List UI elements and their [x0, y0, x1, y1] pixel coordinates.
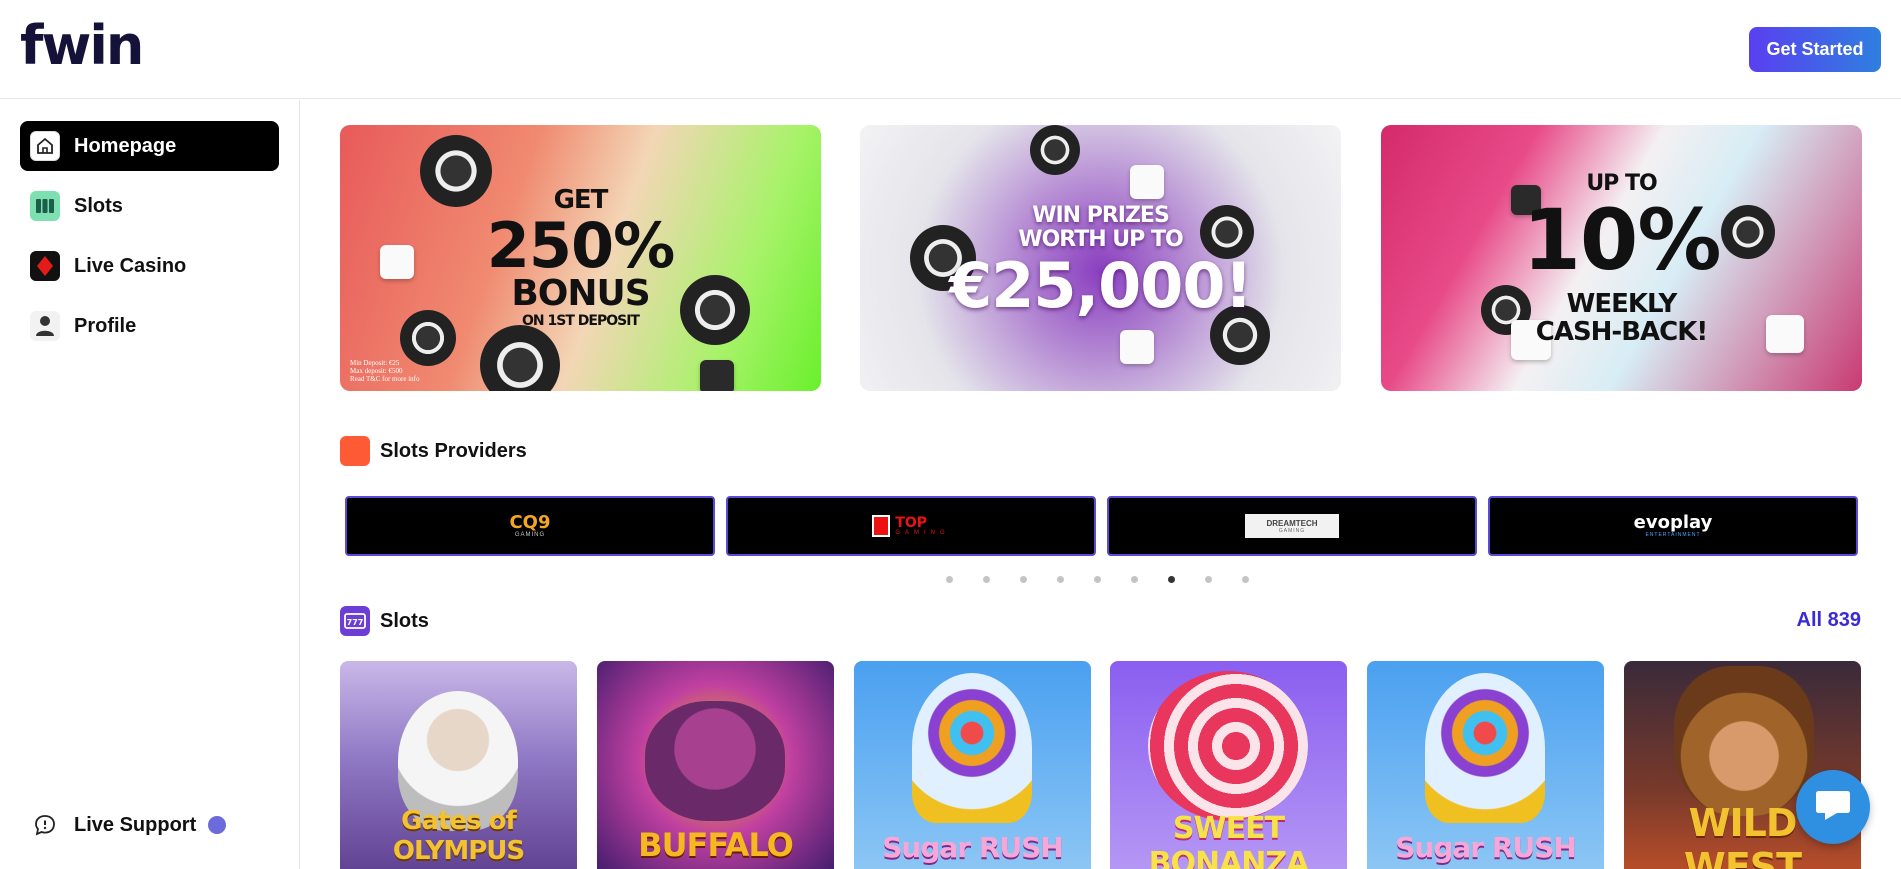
poker-chip-image: [480, 325, 560, 391]
pagination-dot[interactable]: [1057, 576, 1064, 583]
sidebar-item-label: Profile: [74, 314, 137, 337]
provider-card-evoplay[interactable]: evoplay ENTERTAINMENT: [1488, 496, 1858, 556]
providers-icon: [340, 436, 370, 466]
section-title: Slots: [380, 609, 429, 632]
chat-widget-button[interactable]: [1796, 770, 1870, 844]
chat-bubble-icon: [30, 810, 60, 840]
game-title: SWEET BONANZA: [1148, 811, 1310, 869]
game-tile-buffalo[interactable]: BUFFALO: [597, 661, 834, 869]
game-tile-sugar-rush[interactable]: Sugar RUSH: [1367, 661, 1604, 869]
fine-print-line: Max deposit: €500: [350, 367, 403, 375]
provider-sub: GAMING: [1278, 527, 1306, 534]
dice-image: [700, 360, 734, 391]
fwin-logo[interactable]: fwin: [20, 18, 144, 74]
dice-image: [1130, 165, 1164, 199]
promo-banner-deposit-bonus[interactable]: GET 250% BONUS ON 1ST DEPOSIT Min Deposi…: [340, 125, 821, 391]
gumball-machine-image: [1425, 673, 1545, 823]
dice-image: [1120, 330, 1154, 364]
provider-name: TOP: [895, 515, 928, 531]
sidebar: Homepage Slots Live Casino Profile Live …: [0, 100, 300, 869]
provider-card-cq9[interactable]: CQ9 GAMING: [345, 496, 715, 556]
home-icon: [30, 131, 60, 161]
banner-text: WIN PRIZES: [1032, 203, 1170, 228]
pagination-dot[interactable]: [1020, 576, 1027, 583]
provider-card-top-gaming[interactable]: TOP GAMING: [726, 496, 1096, 556]
top-gaming-logo: TOP GAMING: [872, 515, 949, 537]
get-started-button[interactable]: Get Started: [1749, 27, 1881, 72]
online-status-dot: [208, 816, 227, 834]
game-title: Gates of OLYMPUS: [392, 806, 525, 866]
sidebar-item-homepage[interactable]: Homepage: [20, 121, 279, 171]
banner-text: CASH-BACK!: [1535, 317, 1709, 347]
cq9-logo: CQ9 GAMING: [509, 512, 551, 539]
pagination-dot[interactable]: [946, 576, 953, 583]
banner-text: BONUS: [511, 273, 650, 314]
diamond-icon: [30, 251, 60, 281]
svg-text:777: 777: [347, 618, 364, 627]
cowboy-character-image: [1674, 666, 1814, 816]
sidebar-item-slots[interactable]: Slots: [20, 181, 279, 231]
banner-text: 250%: [486, 209, 676, 282]
banner-fine-print: Min Deposit: €25 Max deposit: €500 Read …: [350, 359, 419, 383]
slots-icon: [30, 191, 60, 221]
sidebar-item-live-casino[interactable]: Live Casino: [20, 241, 279, 291]
providers-pagination: [946, 576, 1249, 583]
gumball-machine-image: [912, 673, 1032, 823]
banner-text: WEEKLY: [1566, 289, 1678, 319]
dreamtech-logo: DREAMTECH GAMING: [1245, 514, 1339, 538]
lollipop-image: [1148, 671, 1308, 821]
provider-card-dreamtech[interactable]: DREAMTECH GAMING: [1107, 496, 1477, 556]
pagination-dot[interactable]: [1131, 576, 1138, 583]
banner-text: €25,000!: [949, 249, 1253, 322]
game-title: Sugar RUSH: [882, 831, 1064, 864]
pagination-dot[interactable]: [1205, 576, 1212, 583]
banner-text: ON 1ST DEPOSIT: [522, 313, 640, 329]
game-tile-gates-of-olympus[interactable]: Gates of OLYMPUS: [340, 661, 577, 869]
slot-machine-icon: 777: [340, 606, 370, 636]
pagination-dot[interactable]: [1094, 576, 1101, 583]
sidebar-item-label: Live Casino: [74, 254, 187, 277]
game-title: BUFFALO: [638, 826, 794, 864]
poker-chip-image: [1030, 125, 1080, 175]
chat-bubble-icon: [1813, 787, 1853, 828]
evoplay-logo: evoplay ENTERTAINMENT: [1633, 512, 1713, 539]
promo-banner-cashback[interactable]: UP TO 10% WEEKLY CASH-BACK!: [1381, 125, 1862, 391]
slots-providers-heading: Slots Providers: [340, 436, 527, 466]
section-title: Slots Providers: [380, 439, 527, 462]
fine-print-line: Read T&C for more info: [350, 375, 420, 383]
promo-banner-prizes[interactable]: WIN PRIZES WORTH UP TO €25,000!: [860, 125, 1341, 391]
all-slots-link[interactable]: All 839: [1797, 609, 1861, 632]
pagination-dot[interactable]: [1242, 576, 1249, 583]
pagination-dot-active[interactable]: [1168, 576, 1175, 583]
game-tile-sugar-rush[interactable]: Sugar RUSH: [854, 661, 1091, 869]
game-tile-sweet-bonanza[interactable]: SWEET BONANZA: [1110, 661, 1347, 869]
game-title: Sugar RUSH: [1395, 831, 1577, 864]
fine-print-line: Min Deposit: €25: [350, 359, 400, 367]
sidebar-item-label: Homepage: [74, 134, 177, 157]
provider-name: CQ9: [509, 512, 551, 533]
logo-text: fwin: [20, 14, 144, 77]
user-icon: [30, 311, 60, 341]
pagination-dot[interactable]: [983, 576, 990, 583]
slots-heading: 777 Slots: [340, 606, 429, 636]
provider-name: DREAMTECH: [1266, 518, 1318, 528]
live-support-button[interactable]: Live Support: [20, 800, 227, 850]
buffalo-character-image: [645, 701, 785, 821]
provider-sub: GAMING: [514, 532, 546, 538]
provider-name: evoplay: [1633, 512, 1713, 533]
banner-text: 10%: [1522, 191, 1721, 289]
sidebar-item-profile[interactable]: Profile: [20, 301, 279, 351]
top-gaming-emblem-icon: [872, 515, 891, 537]
provider-sub: GAMING: [895, 530, 950, 536]
sidebar-item-label: Slots: [74, 194, 123, 217]
top-header: fwin Get Started: [0, 0, 1901, 99]
live-support-label: Live Support: [74, 813, 197, 836]
